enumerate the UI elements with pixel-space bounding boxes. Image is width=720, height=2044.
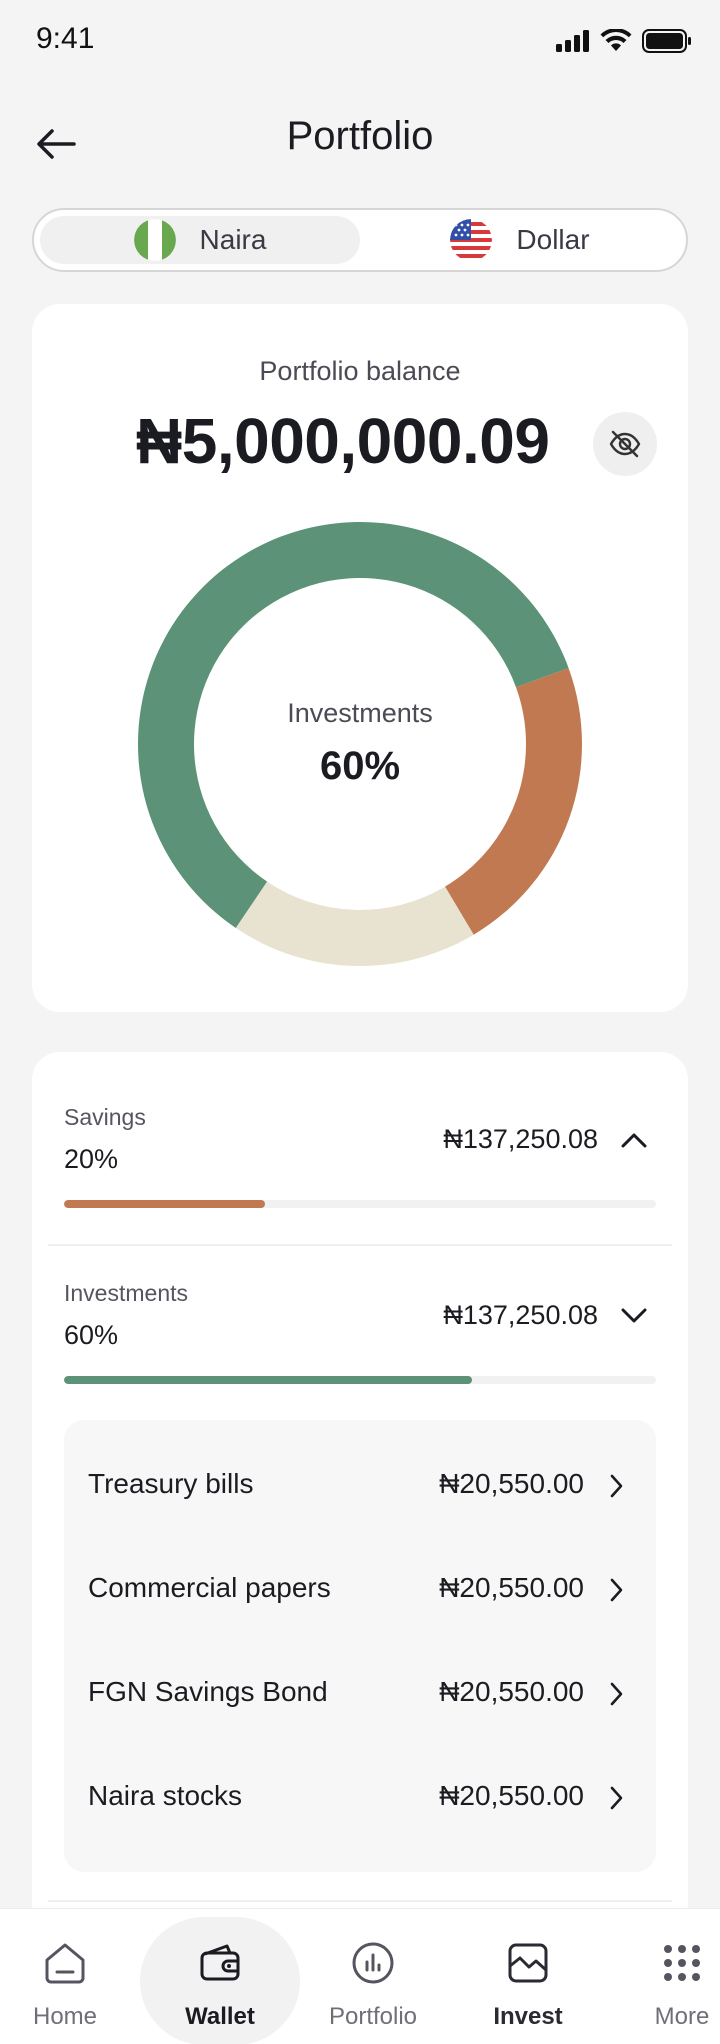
portfolio-icon (349, 1939, 397, 1987)
currency-label: Naira (199, 224, 267, 255)
nav-label: Portfolio (328, 2003, 418, 2030)
divider (48, 1244, 672, 1246)
currency-option-naira[interactable]: Naira (40, 216, 360, 264)
bottom-nav: Home Wallet Portfolio Invest More (0, 1908, 720, 2044)
status-time: 9:41 (36, 22, 95, 55)
hide-balance-button[interactable] (593, 412, 657, 476)
item-name: Commercial papers (88, 1572, 331, 1603)
item-name: Naira stocks (88, 1780, 243, 1811)
currency-option-dollar[interactable]: Dollar (360, 216, 680, 264)
list-item-treasury-bills[interactable]: Treasury bills ₦20,550.00 (64, 1434, 656, 1538)
donut-slice-other (235, 881, 474, 966)
status-bar: 9:41 (0, 0, 720, 80)
category-savings[interactable]: Savings 20% ₦137,250.08 (32, 1104, 688, 1224)
item-amount: ₦20,550.00 (439, 1468, 584, 1499)
wallet-icon (196, 1939, 244, 1987)
nav-label: Home (32, 2003, 98, 2030)
savings-progress-fill (64, 1200, 266, 1208)
chevron-up-icon[interactable] (616, 1122, 652, 1158)
status-icons (556, 26, 692, 56)
battery-icon (642, 29, 691, 53)
nigeria-flag-icon (133, 219, 176, 261)
chevron-down-icon[interactable] (616, 1298, 652, 1334)
balance-value: ₦5,000,000.09 (136, 405, 550, 477)
nav-item-home[interactable]: Home (0, 1909, 137, 2044)
category-percent: 20% (64, 1144, 119, 1174)
chevron-right-icon (610, 1786, 623, 1810)
category-amount: ₦137,250.08 (443, 1300, 598, 1330)
home-icon (41, 1939, 89, 1987)
category-amount: ₦137,250.08 (443, 1124, 598, 1154)
nav-item-portfolio[interactable]: Portfolio (301, 1909, 445, 2044)
donut-center-label: Investments (287, 698, 433, 728)
nav-label: Wallet (185, 2003, 255, 2030)
grid-icon (658, 1939, 706, 1987)
eye-off-icon (609, 430, 641, 458)
divider (48, 1900, 672, 1902)
us-flag-icon (450, 219, 493, 261)
item-amount: ₦20,550.00 (439, 1572, 584, 1603)
currency-switch: Naira Dollar (32, 208, 688, 272)
item-name: Treasury bills (88, 1468, 254, 1499)
invest-icon (504, 1939, 552, 1987)
chevron-right-icon (610, 1578, 623, 1602)
nav-label: More (654, 2003, 710, 2030)
category-investments[interactable]: Investments 60% ₦137,250.08 (32, 1280, 688, 1400)
page-title: Portfolio (286, 114, 434, 158)
investments-progress-fill (64, 1376, 473, 1384)
nav-label: Invest (493, 2003, 563, 2030)
currency-label: Dollar (516, 224, 590, 255)
savings-progress-track (64, 1200, 656, 1208)
nav-item-invest[interactable]: Invest (456, 1909, 600, 2044)
item-amount: ₦20,550.00 (439, 1780, 584, 1811)
category-name: Savings (64, 1104, 146, 1130)
nav-item-more[interactable]: More (610, 1909, 720, 2044)
chevron-right-icon (610, 1682, 623, 1706)
chevron-right-icon (610, 1474, 623, 1498)
list-item-commercial-papers[interactable]: Commercial papers ₦20,550.00 (64, 1538, 656, 1642)
nav-item-wallet[interactable]: Wallet (140, 1909, 300, 2044)
category-percent: 60% (64, 1320, 119, 1350)
balance-card: Portfolio balance ₦5,000,000.09 Investme… (32, 304, 688, 1012)
header: Portfolio (0, 100, 720, 180)
donut-center-value: 60% (319, 744, 401, 788)
portfolio-donut-chart: Investments 60% (136, 520, 584, 968)
balance-label: Portfolio balance (259, 356, 461, 386)
category-name: Investments (64, 1280, 188, 1306)
investments-list: Treasury bills ₦20,550.00 Commercial pap… (64, 1420, 656, 1872)
list-item-fgn-savings-bond[interactable]: FGN Savings Bond ₦20,550.00 (64, 1642, 656, 1746)
breakdown-card: Savings 20% ₦137,250.08 Investments 60% … (32, 1052, 688, 2044)
item-name: FGN Savings Bond (88, 1676, 328, 1707)
item-amount: ₦20,550.00 (439, 1676, 584, 1707)
wifi-icon (600, 29, 632, 51)
signal-icon (556, 30, 589, 52)
list-item-naira-stocks[interactable]: Naira stocks ₦20,550.00 (64, 1746, 656, 1850)
investments-progress-track (64, 1376, 656, 1384)
balance-row: ₦5,000,000.09 (32, 404, 688, 484)
